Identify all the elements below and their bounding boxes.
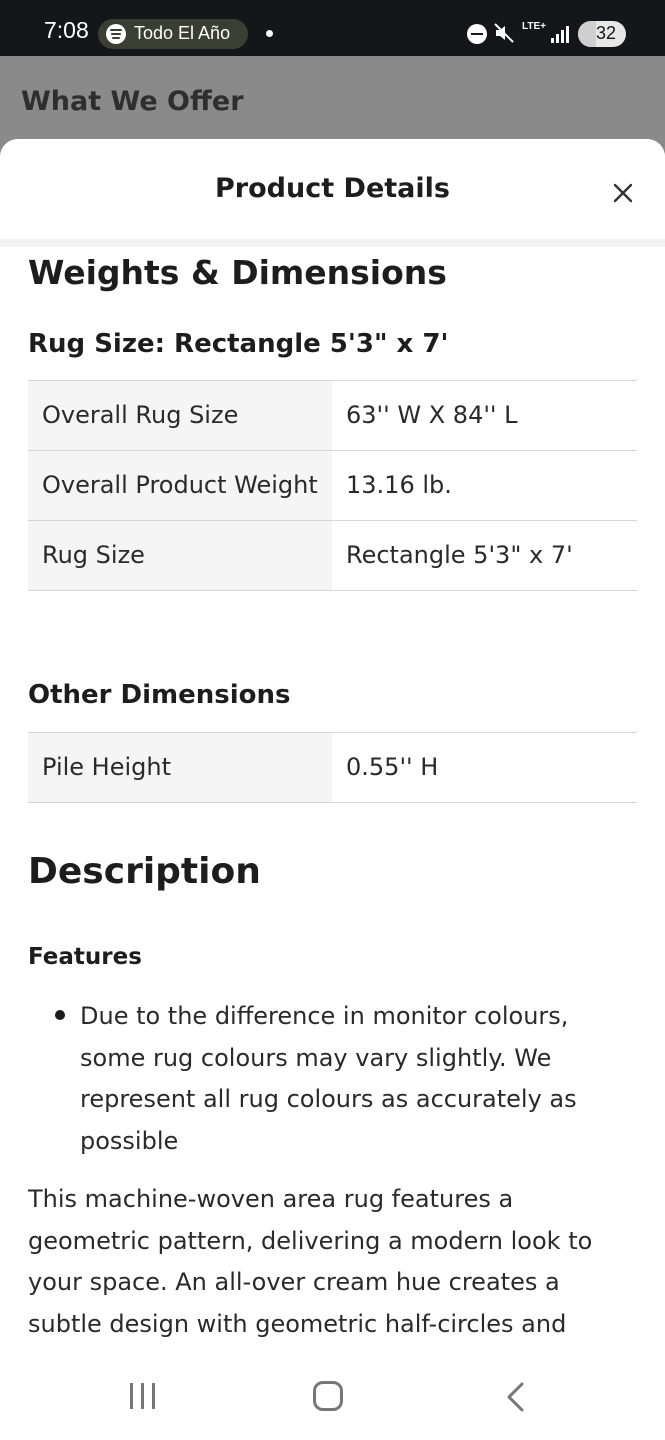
mute-icon xyxy=(494,23,514,43)
do-not-disturb-icon xyxy=(467,24,487,44)
home-icon[interactable] xyxy=(313,1381,343,1411)
battery-icon: 32 xyxy=(578,21,626,47)
battery-percent: 32 xyxy=(596,23,617,43)
list-item: Due to the difference in monitor colours… xyxy=(52,996,622,1162)
description-heading: Description xyxy=(28,851,261,892)
spec-value: 13.16 lb. xyxy=(346,471,452,499)
table-row: Pile Height 0.55'' H xyxy=(28,733,637,803)
battery-level-icon xyxy=(578,21,596,47)
weights-dimensions-heading: Weights & Dimensions xyxy=(28,253,447,292)
spotify-icon xyxy=(106,24,126,44)
now-playing-title: Todo El Año xyxy=(134,23,231,43)
rug-size-heading: Rug Size: Rectangle 5'3" x 7' xyxy=(28,329,449,359)
back-icon[interactable] xyxy=(502,1381,530,1413)
spec-value: 63'' W X 84'' L xyxy=(346,401,518,429)
spec-label: Overall Rug Size xyxy=(28,381,332,450)
sheet-title: Product Details xyxy=(215,173,450,204)
other-dimensions-table: Pile Height 0.55'' H xyxy=(28,732,637,803)
notification-dot-icon xyxy=(266,30,273,37)
close-icon[interactable] xyxy=(605,175,641,211)
recents-icon[interactable] xyxy=(128,1383,158,1409)
status-bar: 7:08 Todo El Año LTE+ 32 xyxy=(0,0,665,56)
spec-label: Pile Height xyxy=(28,733,332,802)
spec-label: Rug Size xyxy=(28,521,332,590)
bullet-icon xyxy=(55,1010,65,1020)
features-heading: Features xyxy=(28,944,142,970)
signal-icon xyxy=(551,26,569,43)
rug-size-table: Overall Rug Size 63'' W X 84'' L Overall… xyxy=(28,380,637,591)
table-row: Rug Size Rectangle 5'3" x 7' xyxy=(28,521,637,591)
spec-value: Rectangle 5'3" x 7' xyxy=(346,541,573,569)
network-type: LTE+ xyxy=(522,21,546,32)
other-dimensions-heading: Other Dimensions xyxy=(28,680,291,710)
table-row: Overall Product Weight 13.16 lb. xyxy=(28,451,637,521)
sheet-header: Product Details xyxy=(0,139,665,241)
spec-value: 0.55'' H xyxy=(346,753,439,781)
background-page-title: What We Offer xyxy=(21,86,244,117)
spec-label: Overall Product Weight xyxy=(28,451,332,520)
clock: 7:08 xyxy=(44,17,89,43)
now-playing-chip[interactable]: Todo El Año xyxy=(98,19,248,49)
header-divider xyxy=(0,239,665,247)
table-row: Overall Rug Size 63'' W X 84'' L xyxy=(28,381,637,451)
navigation-bar xyxy=(0,1359,665,1440)
product-details-sheet: Product Details Weights & Dimensions Rug… xyxy=(0,139,665,1359)
description-paragraph: This machine-woven area rug features a g… xyxy=(28,1185,593,1338)
feature-text: Due to the difference in monitor colours… xyxy=(80,1002,577,1155)
